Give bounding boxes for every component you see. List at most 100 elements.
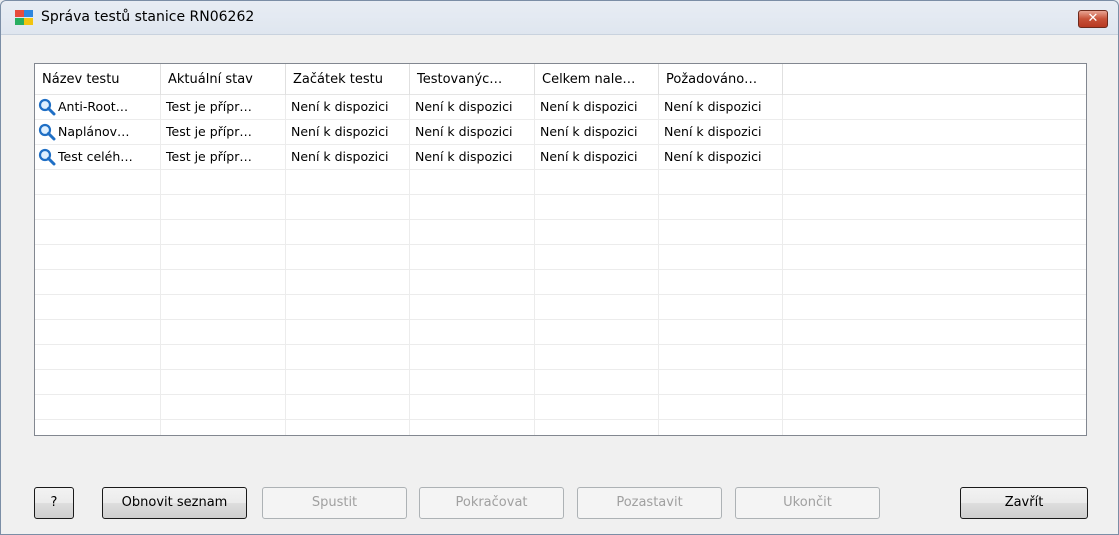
empty-cell <box>410 370 535 394</box>
empty-cell <box>659 170 783 194</box>
empty-cell <box>783 195 1086 219</box>
empty-cell <box>410 170 535 194</box>
column-header-start[interactable]: Začátek testu <box>286 64 410 95</box>
empty-cell <box>783 395 1086 419</box>
empty-cell <box>659 245 783 269</box>
stop-button[interactable]: Ukončit <box>735 487 880 519</box>
empty-cell <box>535 245 659 269</box>
empty-cell <box>410 320 535 344</box>
empty-cell <box>783 95 1086 119</box>
table-row <box>35 320 1086 345</box>
table-cell: Není k dispozici <box>535 95 659 119</box>
test-name-label: Anti-Root… <box>58 99 129 114</box>
empty-cell <box>35 170 161 194</box>
title-bar[interactable]: Správa testů stanice RN06262 ✕ <box>1 1 1118 35</box>
empty-cell <box>535 395 659 419</box>
empty-cell <box>410 245 535 269</box>
column-header-requested[interactable]: Požadováno… <box>659 64 783 95</box>
refresh-list-button[interactable]: Obnovit seznam <box>102 487 247 519</box>
table-cell: Test je přípr… <box>161 145 286 169</box>
empty-cell <box>161 270 286 294</box>
start-button[interactable]: Spustit <box>262 487 407 519</box>
empty-cell <box>286 245 410 269</box>
table-cell: Není k dispozici <box>535 145 659 169</box>
empty-cell <box>659 395 783 419</box>
empty-cell <box>286 220 410 244</box>
test-name-label: Naplánov… <box>58 124 130 139</box>
empty-cell <box>286 370 410 394</box>
help-button[interactable]: ? <box>34 487 74 519</box>
empty-cell <box>161 370 286 394</box>
table-row <box>35 370 1086 395</box>
empty-cell <box>783 120 1086 144</box>
empty-cell <box>286 420 410 435</box>
table-row <box>35 395 1086 420</box>
empty-cell <box>410 270 535 294</box>
table-cell: Není k dispozici <box>659 95 783 119</box>
empty-cell <box>659 195 783 219</box>
table-row[interactable]: Test celéh… Test je přípr… Není k dispozic… <box>35 145 1086 170</box>
table-cell: Není k dispozici <box>410 120 535 144</box>
table-row <box>35 195 1086 220</box>
column-header-found-total[interactable]: Celkem nale… <box>535 64 659 95</box>
empty-cell <box>286 170 410 194</box>
empty-cell <box>659 345 783 369</box>
pause-button[interactable]: Pozastavit <box>577 487 722 519</box>
empty-cell <box>783 270 1086 294</box>
empty-cell <box>659 320 783 344</box>
empty-cell <box>783 220 1086 244</box>
empty-cell <box>535 370 659 394</box>
empty-cell <box>535 420 659 435</box>
column-header-test-name[interactable]: Název testu <box>35 64 161 95</box>
table-row[interactable]: Anti-Root… Test je přípr… Není k dispozici… <box>35 95 1086 120</box>
empty-cell <box>410 345 535 369</box>
table-cell: Není k dispozici <box>410 145 535 169</box>
close-button[interactable]: Zavřít <box>960 487 1088 519</box>
table-cell: Není k dispozici <box>410 95 535 119</box>
close-icon[interactable]: ✕ <box>1078 10 1108 28</box>
tests-table[interactable]: Název testu Aktuální stav Začátek testu … <box>34 63 1087 436</box>
empty-cell <box>535 295 659 319</box>
dialog-window: Správa testů stanice RN06262 ✕ Název tes… <box>0 0 1119 535</box>
empty-cell <box>286 395 410 419</box>
empty-cell <box>783 295 1086 319</box>
empty-cell <box>410 220 535 244</box>
table-row[interactable]: Naplánov… Test je přípr… Není k dispozici N… <box>35 120 1086 145</box>
empty-cell <box>35 420 161 435</box>
empty-cell <box>161 320 286 344</box>
empty-cell <box>286 320 410 344</box>
empty-cell <box>286 195 410 219</box>
empty-cell <box>35 245 161 269</box>
column-header-status[interactable]: Aktuální stav <box>161 64 286 95</box>
empty-cell <box>286 295 410 319</box>
empty-cell <box>161 245 286 269</box>
table-cell: Test je přípr… <box>161 95 286 119</box>
table-body: Anti-Root… Test je přípr… Není k dispozici… <box>35 95 1086 435</box>
column-header-tested[interactable]: Testovanýc… <box>410 64 535 95</box>
resume-button[interactable]: Pokračovat <box>419 487 564 519</box>
empty-cell <box>410 420 535 435</box>
table-header: Název testu Aktuální stav Začátek testu … <box>35 64 1086 95</box>
empty-cell <box>535 195 659 219</box>
empty-cell <box>659 370 783 394</box>
cell-test-name: Test celéh… <box>35 145 161 169</box>
table-cell: Není k dispozici <box>535 120 659 144</box>
empty-cell <box>783 170 1086 194</box>
empty-cell <box>35 370 161 394</box>
table-row <box>35 245 1086 270</box>
empty-cell <box>35 320 161 344</box>
empty-cell <box>286 270 410 294</box>
table-row <box>35 420 1086 435</box>
empty-cell <box>410 195 535 219</box>
empty-cell <box>410 295 535 319</box>
empty-cell <box>659 420 783 435</box>
table-cell: Test je přípr… <box>161 120 286 144</box>
empty-cell <box>35 195 161 219</box>
empty-cell <box>535 345 659 369</box>
empty-cell <box>535 220 659 244</box>
empty-cell <box>659 270 783 294</box>
empty-cell <box>410 395 535 419</box>
empty-cell <box>35 220 161 244</box>
avg-logo-icon <box>15 10 34 26</box>
empty-cell <box>783 370 1086 394</box>
